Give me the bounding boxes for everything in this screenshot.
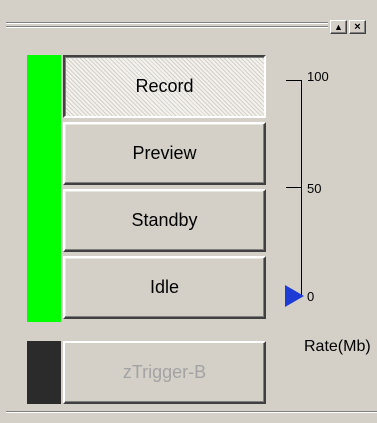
status-indicator [27, 55, 61, 322]
trigger-button[interactable]: zTrigger-B [63, 341, 266, 404]
rate-pointer-triangle [285, 285, 304, 307]
standby-button[interactable]: Standby [63, 189, 266, 252]
idle-button[interactable]: Idle [63, 256, 266, 319]
title-grip[interactable] [6, 22, 328, 32]
trigger-indicator [27, 341, 61, 404]
rate-pointer [285, 285, 304, 307]
standby-label: Standby [131, 210, 198, 230]
bottom-divider-highlight [6, 412, 377, 413]
rate-tick-label-100: 100 [307, 69, 329, 84]
trigger-label: zTrigger-B [122, 362, 207, 382]
close-icon: × [354, 21, 361, 33]
rate-tick-label-0: 0 [307, 289, 315, 304]
restore-button[interactable]: ▲ [330, 20, 347, 34]
rate-unit-label: Rate(Mb) [304, 338, 371, 355]
caret-up-icon: ▲ [334, 22, 343, 32]
preview-button[interactable]: Preview [63, 122, 266, 185]
record-label: Record [135, 76, 194, 96]
idle-label: Idle [149, 277, 180, 297]
rate-tick-label-50: 50 [307, 181, 322, 196]
close-button[interactable]: × [349, 20, 366, 34]
preview-label: Preview [132, 143, 197, 163]
record-button[interactable]: Record [63, 55, 266, 118]
